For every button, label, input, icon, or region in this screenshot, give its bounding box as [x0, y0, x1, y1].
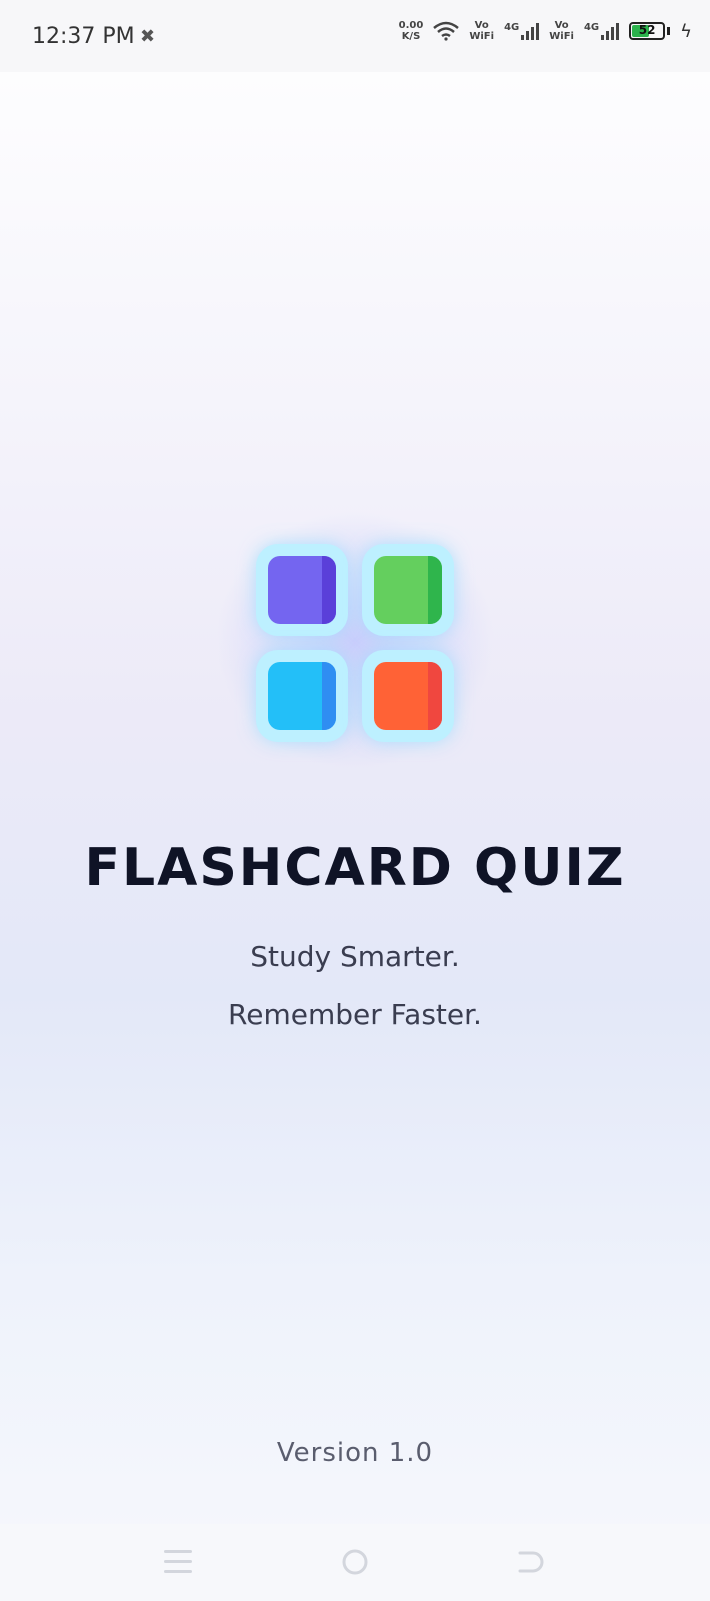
net-speed-value: 0.00	[398, 20, 424, 31]
home-button[interactable]	[335, 1542, 375, 1582]
vowifi-indicator-1: Vo WiFi	[469, 20, 494, 42]
status-time: 12:37 PM	[32, 24, 135, 49]
charging-icon: ϟ	[680, 20, 692, 42]
logo-tile-stripe	[322, 662, 336, 730]
signal-strength-icon	[521, 22, 540, 40]
signal-strength-icon	[601, 22, 620, 40]
back-icon	[518, 1551, 544, 1573]
status-bar: 12:37 PM ✖ 0.00 K/S Vo WiFi 4G Vo WiFi 4…	[0, 0, 710, 72]
logo-tile-stripe	[428, 556, 442, 624]
wifi-icon	[433, 21, 460, 41]
home-icon	[342, 1549, 368, 1575]
logo-tile-purple	[256, 544, 348, 636]
logo-tile-inner	[268, 662, 336, 730]
notification-icon: ✖	[140, 26, 156, 47]
logo-tile-blue	[256, 650, 348, 742]
logo-tile-stripe	[322, 556, 336, 624]
version-label: Version 1.0	[276, 1438, 434, 1468]
logo-tile-green	[362, 544, 454, 636]
battery-icon: 52	[629, 22, 666, 40]
logo-tile-inner	[374, 662, 442, 730]
network-type-2: 4G	[583, 22, 600, 33]
logo-tile-inner	[374, 556, 442, 624]
battery-level: 52	[638, 23, 656, 37]
app-title: FLASHCARD QUIZ	[84, 838, 626, 898]
logo-tile-inner	[268, 556, 336, 624]
logo-glow	[215, 510, 495, 770]
vowifi-indicator-2: Vo WiFi	[549, 20, 574, 42]
tagline-line2: Remember Faster.	[228, 998, 482, 1031]
battery-tip	[667, 27, 671, 35]
tagline-line1: Study Smarter.	[250, 940, 460, 973]
logo-tile-orange	[362, 650, 454, 742]
menu-icon	[164, 1550, 192, 1573]
back-button[interactable]	[512, 1542, 552, 1582]
vo-label: Vo	[554, 20, 569, 31]
net-speed-unit: K/S	[401, 31, 421, 42]
vo-label: Vo	[474, 20, 489, 31]
wifi-label: WiFi	[469, 31, 495, 42]
net-speed-indicator: 0.00 K/S	[399, 20, 424, 42]
status-icons: 0.00 K/S Vo WiFi 4G Vo WiFi 4G 52 ϟ	[399, 20, 692, 42]
menu-button[interactable]	[158, 1542, 198, 1582]
wifi-label: WiFi	[549, 31, 574, 42]
navigation-bar	[0, 1524, 710, 1601]
network-type-1: 4G	[504, 22, 520, 33]
logo-tile-stripe	[428, 662, 442, 730]
